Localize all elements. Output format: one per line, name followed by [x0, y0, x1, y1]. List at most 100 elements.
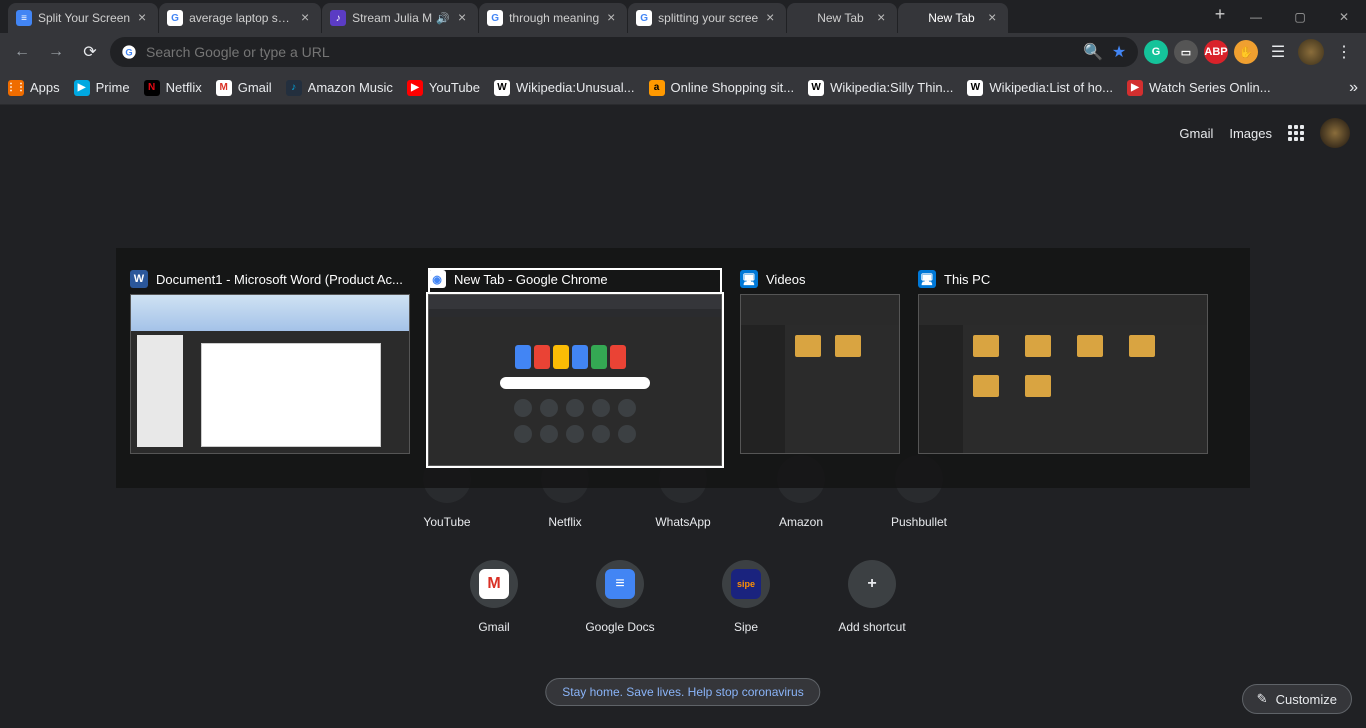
bookmark-favicon: ♪: [286, 80, 302, 96]
tab-title: average laptop scre: [189, 11, 293, 25]
window-titlebar: ≡ Split Your Screen ×G average laptop sc…: [0, 0, 1366, 33]
omnibox-input[interactable]: [146, 44, 1076, 60]
tab-close-icon[interactable]: ×: [762, 10, 778, 26]
search-icon[interactable]: 🔍: [1084, 43, 1102, 61]
shortcut-label: Google Docs: [585, 620, 654, 634]
alt-tab-window[interactable]: 🖥 Videos: [740, 268, 900, 454]
tab-close-icon[interactable]: ×: [297, 10, 313, 26]
tab-close-icon[interactable]: ×: [873, 10, 889, 26]
bookmark-item[interactable]: ♪Amazon Music: [286, 80, 393, 96]
app-icon: ◉: [428, 270, 446, 288]
app-icon: W: [130, 270, 148, 288]
window-close-icon[interactable]: ✕: [1322, 0, 1366, 33]
app-icon: 🖥: [740, 270, 758, 288]
bookmark-label: Watch Series Onlin...: [1149, 80, 1271, 95]
window-title: Videos: [766, 272, 806, 287]
tab-close-icon[interactable]: ×: [984, 10, 1000, 26]
extension-other-icon[interactable]: ✋: [1234, 40, 1258, 64]
reload-button[interactable]: ⟳: [76, 38, 104, 66]
bookmark-item[interactable]: ▶ Watch Series Onlin...: [1127, 80, 1271, 96]
chrome-menu-icon[interactable]: ⋮: [1330, 38, 1358, 66]
bookmark-favicon: ▶: [407, 80, 423, 96]
bookmark-item[interactable]: ▶ Prime: [74, 80, 130, 96]
alt-tab-window[interactable]: ◉ New Tab - Google Chrome: [428, 268, 722, 466]
bookmarks-bar: ⋮⋮ Apps ▶ Prime N Netflix MGmail ♪Amazon Music ▶…: [0, 71, 1366, 105]
omnibox[interactable]: G 🔍 ★: [110, 37, 1138, 67]
bookmarks-overflow-icon[interactable]: »: [1349, 79, 1358, 97]
app-icon: 🖥: [918, 270, 936, 288]
bookmark-item[interactable]: MGmail: [216, 80, 272, 96]
tab-title: Stream Julia M: [352, 11, 432, 25]
bookmark-label: Apps: [30, 80, 60, 95]
alt-tab-window[interactable]: W Document1 - Microsoft Word (Product Ac.…: [130, 268, 410, 454]
ntp-shortcut[interactable]: sipeSipe: [711, 560, 781, 634]
tab-favicon: G: [167, 10, 183, 26]
shortcut-tile: sipe: [722, 560, 770, 608]
google-apps-icon[interactable]: [1288, 125, 1304, 141]
tab-title: through meaning: [509, 11, 599, 25]
bookmark-item[interactable]: WWikipedia:Unusual...: [494, 80, 635, 96]
window-thumbnail: [130, 294, 410, 454]
reading-list-icon[interactable]: ☰: [1264, 38, 1292, 66]
tab-favicon: [906, 10, 922, 26]
tab-title: splitting your scree: [658, 11, 758, 25]
extension-grammarly-icon[interactable]: G: [1144, 40, 1168, 64]
browser-toolbar: ← → ⟳ G 🔍 ★ G▭ABP✋ ☰ ⋮: [0, 33, 1366, 71]
alt-tab-window[interactable]: 🖥 This PC: [918, 268, 1208, 454]
account-avatar[interactable]: [1320, 118, 1350, 148]
browser-tab[interactable]: ♪ Stream Julia M 🔊 ×: [322, 3, 478, 33]
window-minimize-icon[interactable]: —: [1234, 0, 1278, 33]
window-maximize-icon[interactable]: ▢: [1278, 0, 1322, 33]
search-provider-icon: G: [120, 43, 138, 61]
bookmark-item[interactable]: WWikipedia:List of ho...: [967, 80, 1113, 96]
browser-tab[interactable]: G splitting your scree ×: [628, 3, 786, 33]
browser-tab[interactable]: G average laptop scre ×: [159, 3, 321, 33]
tab-close-icon[interactable]: ×: [603, 10, 619, 26]
ntp-shortcut[interactable]: MGmail: [459, 560, 529, 634]
add-shortcut-button[interactable]: +Add shortcut: [837, 560, 907, 634]
forward-button[interactable]: →: [42, 38, 70, 66]
window-title: Document1 - Microsoft Word (Product Ac..…: [156, 272, 403, 287]
browser-tab[interactable]: G through meaning ×: [479, 3, 627, 33]
window-title: New Tab - Google Chrome: [454, 272, 608, 287]
customize-button[interactable]: ✎ Customize: [1242, 684, 1352, 714]
bookmark-label: Netflix: [166, 80, 202, 95]
profile-avatar[interactable]: [1298, 39, 1324, 65]
bookmark-item[interactable]: ▶YouTube: [407, 80, 480, 96]
browser-tab[interactable]: New Tab ×: [787, 3, 897, 33]
extension-abp-icon[interactable]: ABP: [1204, 40, 1228, 64]
audio-icon[interactable]: 🔊: [436, 11, 450, 25]
bookmark-favicon: ⋮⋮: [8, 80, 24, 96]
bookmark-favicon: N: [144, 80, 160, 96]
bookmark-label: Wikipedia:Silly Thin...: [830, 80, 953, 95]
tab-favicon: G: [487, 10, 503, 26]
shortcuts-row-2: MGmail ≡Google Docs sipeSipe +Add shortcut: [459, 560, 907, 634]
bookmark-item[interactable]: ⋮⋮ Apps: [8, 80, 60, 96]
bookmark-favicon: ▶: [74, 80, 90, 96]
shortcut-label: Pushbullet: [891, 515, 947, 529]
bookmark-label: Prime: [96, 80, 130, 95]
window-thumbnail: [918, 294, 1208, 454]
bookmark-item[interactable]: N Netflix: [144, 80, 202, 96]
bookmark-star-icon[interactable]: ★: [1110, 43, 1128, 61]
bookmark-item[interactable]: a Online Shopping sit...: [649, 80, 795, 96]
extension-reader-icon[interactable]: ▭: [1174, 40, 1198, 64]
tab-close-icon[interactable]: ×: [134, 10, 150, 26]
bookmark-favicon: W: [967, 80, 983, 96]
gmail-link[interactable]: Gmail: [1179, 126, 1213, 141]
window-controls: — ▢ ✕: [1234, 0, 1366, 33]
window-title: This PC: [944, 272, 990, 287]
bookmark-favicon: a: [649, 80, 665, 96]
back-button[interactable]: ←: [8, 38, 36, 66]
shortcut-label: Gmail: [478, 620, 509, 634]
images-link[interactable]: Images: [1229, 126, 1272, 141]
bookmark-label: Online Shopping sit...: [671, 80, 795, 95]
tab-close-icon[interactable]: ×: [454, 10, 470, 26]
bookmark-item[interactable]: WWikipedia:Silly Thin...: [808, 80, 953, 96]
ntp-shortcut[interactable]: ≡Google Docs: [585, 560, 655, 634]
browser-tab[interactable]: New Tab ×: [898, 3, 1008, 33]
browser-tab[interactable]: ≡ Split Your Screen ×: [8, 3, 158, 33]
new-tab-button[interactable]: +: [1206, 0, 1234, 28]
covid-info-chip[interactable]: Stay home. Save lives. Help stop coronav…: [545, 678, 820, 706]
bookmark-favicon: ▶: [1127, 80, 1143, 96]
